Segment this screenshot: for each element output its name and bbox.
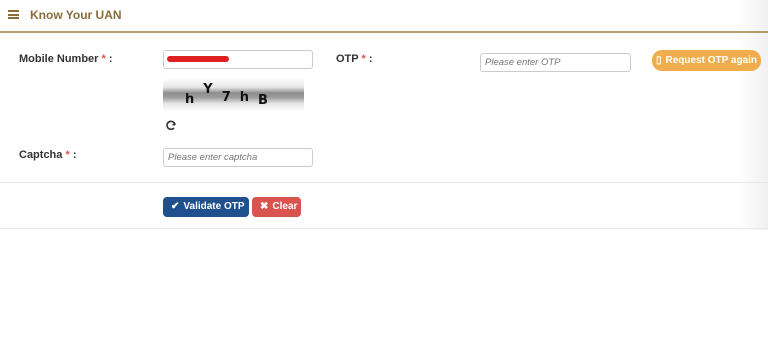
label-colon: : [108, 53, 113, 65]
request-otp-label: Request OTP again [665, 55, 758, 66]
check-icon: ✔ [171, 201, 180, 212]
required-mark: * [65, 149, 70, 161]
captcha-input[interactable] [163, 148, 313, 167]
label-colon: : [368, 53, 373, 65]
required-mark: * [101, 53, 106, 65]
page-header: Know Your UAN [0, 0, 768, 33]
label-colon: : [72, 149, 77, 161]
mobile-number-label: Mobile Number * : [19, 53, 113, 65]
otp-label: OTP * : [336, 53, 373, 65]
refresh-icon[interactable] [165, 120, 177, 132]
captcha-text: hY7hB [185, 82, 277, 108]
captcha-image: hY7hB [163, 78, 304, 111]
side-shadow [738, 0, 768, 230]
clear-label: Clear [272, 201, 298, 212]
required-mark: * [361, 53, 366, 65]
clear-button[interactable]: ✖ Clear [252, 197, 301, 217]
captcha-label-text: Captcha [19, 149, 63, 161]
mobile-number-redaction [167, 56, 229, 62]
section-divider [0, 228, 768, 229]
validate-otp-button[interactable]: ✔ Validate OTP [163, 197, 249, 217]
captcha-label: Captcha * : [19, 149, 76, 161]
otp-input[interactable] [480, 53, 631, 72]
mobile-icon: ▯ [655, 55, 662, 66]
validate-otp-label: Validate OTP [183, 201, 245, 212]
form-divider [0, 182, 768, 183]
hamburger-menu-icon[interactable] [8, 10, 19, 19]
page-title: Know Your UAN [30, 8, 122, 22]
mobile-number-label-text: Mobile Number [19, 53, 99, 65]
otp-label-text: OTP [336, 53, 359, 65]
times-icon: ✖ [260, 201, 269, 212]
request-otp-again-button[interactable]: ▯ Request OTP again [652, 50, 761, 71]
